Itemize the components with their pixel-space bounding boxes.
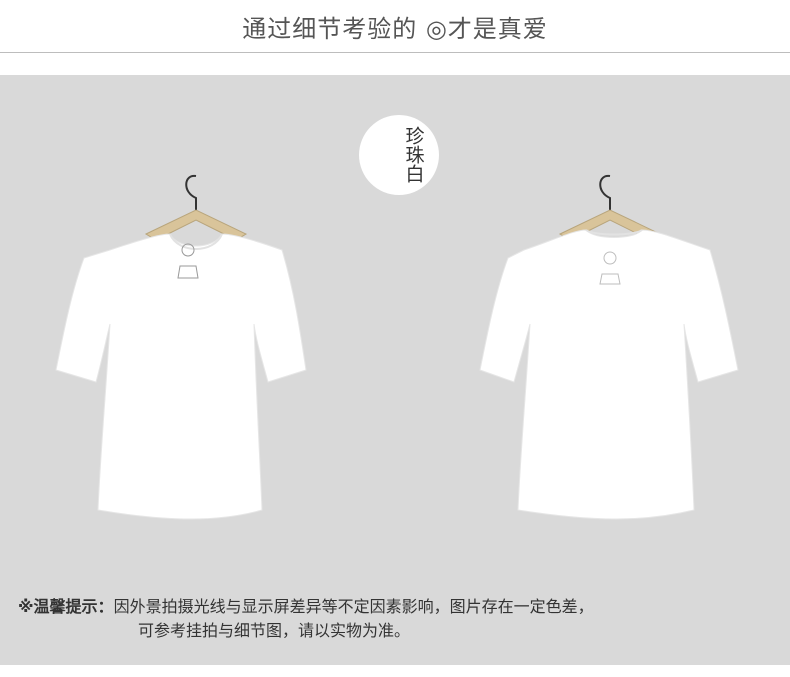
header-title: 通过细节考验的 ◎才是真爱 (242, 14, 548, 43)
tshirt-back-icon (479, 174, 739, 520)
page-header: 通过细节考验的 ◎才是真爱 (0, 0, 790, 53)
color-badge: 珍珠白 (359, 115, 453, 195)
disclaimer-row-1: ※温馨提示：因外景拍摄光线与显示屏差异等不定因素影响，图片存在一定色差， (18, 595, 778, 619)
tshirt-front-icon (55, 174, 307, 520)
disclaimer-line-1: 因外景拍摄光线与显示屏差异等不定因素影响，图片存在一定色差， (113, 597, 594, 616)
color-name-label: 珍珠白 (402, 125, 425, 183)
disclaimer-prefix: ※温馨提示： (18, 597, 114, 616)
disclaimer-row-2: 可参考挂拍与细节图，请以实物为准。 (18, 619, 778, 643)
color-disclaimer: ※温馨提示：因外景拍摄光线与显示屏差异等不定因素影响，图片存在一定色差， 可参考… (18, 595, 778, 643)
color-badge-circle (359, 115, 439, 195)
disclaimer-line-2: 可参考挂拍与细节图，请以实物为准。 (138, 621, 411, 640)
